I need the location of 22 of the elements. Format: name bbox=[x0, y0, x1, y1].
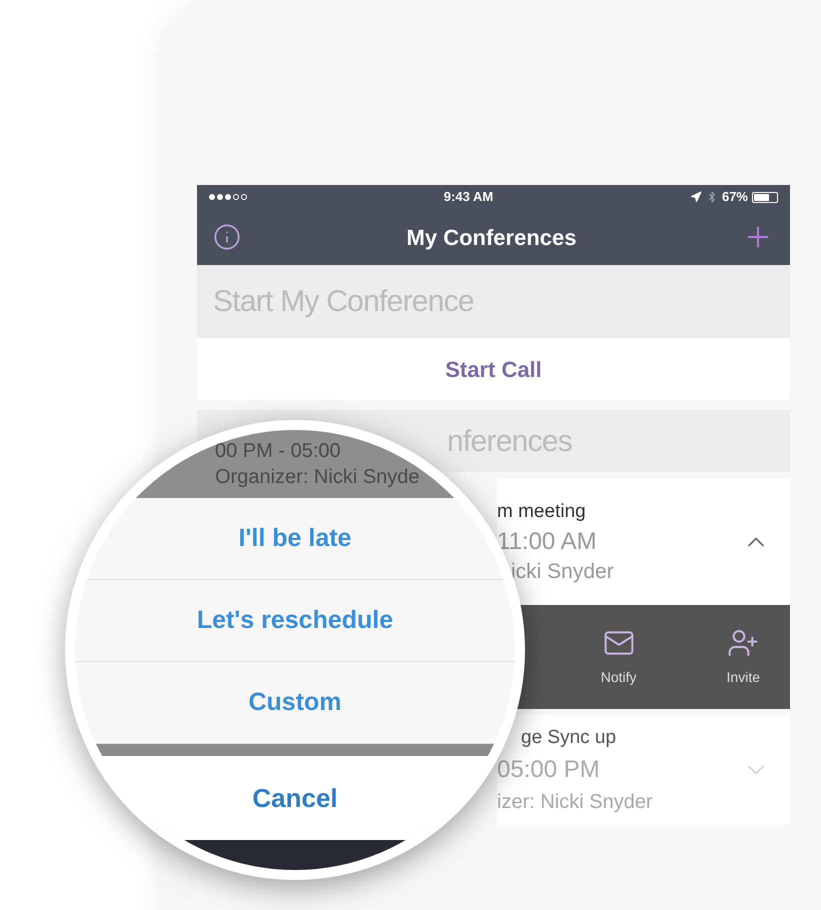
screen-title: My Conferences bbox=[406, 224, 576, 252]
cancel-button[interactable]: Cancel bbox=[145, 756, 445, 840]
location-icon bbox=[690, 191, 702, 203]
signal-icon bbox=[209, 194, 247, 200]
meeting-row[interactable]: ge Sync up 05:00 PM izer: Nicki Snyder bbox=[497, 715, 790, 825]
battery-icon bbox=[752, 192, 778, 202]
info-icon[interactable] bbox=[213, 223, 241, 251]
sheet-option[interactable]: Let's reschedule bbox=[135, 580, 455, 661]
clock-time: 9:43 AM bbox=[444, 188, 494, 206]
meeting-row[interactable]: m meeting 11:00 AM icki Snyder bbox=[497, 478, 790, 605]
meeting-title: ge Sync up bbox=[520, 726, 618, 750]
sheet-option[interactable]: I'll be late bbox=[135, 498, 455, 579]
meeting-organizer: icki Snyder bbox=[510, 558, 614, 584]
start-call-button[interactable]: Start Call bbox=[197, 338, 790, 400]
sheet-option[interactable]: Custom bbox=[135, 662, 455, 743]
meeting-time: 05:00 PM bbox=[497, 755, 601, 785]
battery-percent: 67% bbox=[722, 188, 748, 206]
meeting-organizer: izer: Nicki Snyder bbox=[497, 790, 653, 815]
action-button[interactable]: Invite bbox=[726, 626, 760, 688]
meeting-title: m meeting bbox=[497, 500, 587, 524]
meeting-time: 11:00 AM bbox=[497, 526, 598, 556]
action-button[interactable]: Notify bbox=[600, 626, 637, 688]
